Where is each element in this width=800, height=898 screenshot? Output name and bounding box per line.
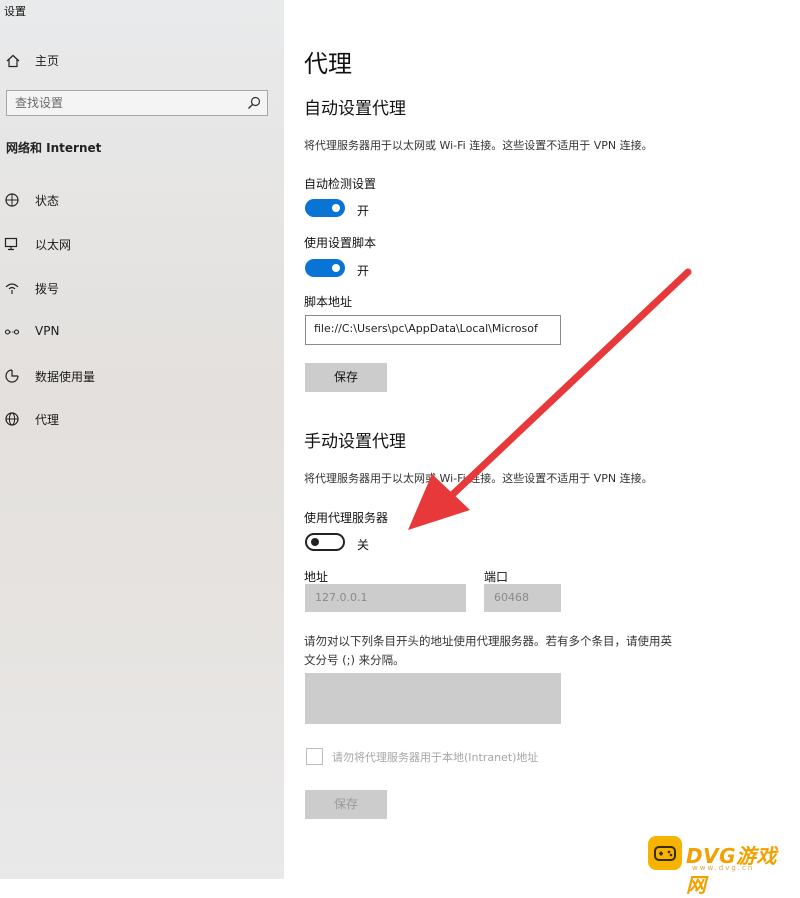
auto-detect-toggle[interactable]: [305, 199, 345, 217]
sidebar: 设置 主页 网络和 Internet 状态 以太网: [0, 0, 284, 879]
setup-script-state: 开: [357, 264, 370, 278]
sidebar-item-label: 以太网: [35, 238, 72, 252]
watermark-logo: DVG游戏网 www.dvg.cn: [648, 832, 796, 897]
sidebar-item-home[interactable]: 主页: [0, 48, 284, 74]
script-address-input[interactable]: file://C:\Users\pc\AppData\Local\Microso…: [305, 315, 561, 345]
sidebar-item-data-usage[interactable]: 数据使用量: [0, 361, 284, 391]
globe-icon: [5, 412, 19, 426]
globe-status-icon: [5, 193, 19, 207]
local-bypass-label: 请勿将代理服务器用于本地(Intranet)地址: [332, 751, 539, 764]
setup-script-toggle[interactable]: [305, 259, 345, 277]
use-proxy-label: 使用代理服务器: [304, 511, 389, 525]
proxy-address-input[interactable]: 127.0.0.1: [305, 584, 466, 612]
page-title: 代理: [304, 50, 352, 78]
search-icon[interactable]: [247, 96, 261, 110]
toggle-knob: [311, 538, 319, 546]
sidebar-item-label: 代理: [35, 413, 60, 427]
sidebar-item-ethernet[interactable]: 以太网: [0, 229, 284, 259]
sidebar-item-label: VPN: [35, 324, 60, 338]
auto-save-button[interactable]: 保存: [305, 363, 387, 392]
home-icon: [6, 54, 20, 68]
proxy-address-label: 地址: [304, 570, 329, 584]
vpn-icon: [4, 329, 20, 335]
manual-proxy-heading: 手动设置代理: [304, 432, 406, 452]
auto-proxy-heading: 自动设置代理: [304, 99, 406, 119]
script-address-label: 脚本地址: [304, 295, 353, 309]
dialup-icon: [5, 283, 19, 294]
proxy-port-label: 端口: [484, 570, 509, 584]
sidebar-item-label: 拨号: [35, 282, 60, 296]
exceptions-textarea[interactable]: [305, 673, 561, 724]
watermark-subtext: www.dvg.cn: [692, 864, 755, 872]
manual-save-button[interactable]: 保存: [305, 790, 387, 819]
local-bypass-checkbox[interactable]: [306, 748, 323, 765]
setup-script-label: 使用设置脚本: [304, 236, 377, 250]
ethernet-icon: [4, 237, 18, 251]
auto-proxy-description: 将代理服务器用于以太网或 Wi-Fi 连接。这些设置不适用于 VPN 连接。: [304, 139, 653, 152]
gamepad-icon: [648, 836, 682, 870]
sidebar-item-proxy[interactable]: 代理: [0, 404, 284, 434]
sidebar-item-vpn[interactable]: VPN: [0, 317, 284, 347]
sidebar-section-title: 网络和 Internet: [6, 141, 102, 155]
main-content: 代理 自动设置代理 将代理服务器用于以太网或 Wi-Fi 连接。这些设置不适用于…: [284, 0, 800, 879]
proxy-port-input[interactable]: 60468: [484, 584, 561, 612]
exceptions-description-line2: 文分号 (;) 来分隔。: [304, 653, 405, 667]
auto-detect-state: 开: [357, 204, 370, 218]
toggle-knob: [332, 264, 340, 272]
toggle-knob: [332, 204, 340, 212]
sidebar-item-label: 主页: [35, 54, 60, 68]
data-usage-icon: [5, 369, 19, 383]
search-input[interactable]: [7, 91, 251, 115]
exceptions-description-line1: 请勿对以下列条目开头的地址使用代理服务器。若有多个条目，请使用英: [304, 634, 672, 648]
manual-proxy-description: 将代理服务器用于以太网或 Wi-Fi 连接。这些设置不适用于 VPN 连接。: [304, 472, 653, 485]
use-proxy-state: 关: [357, 538, 370, 552]
auto-detect-label: 自动检测设置: [304, 177, 377, 191]
sidebar-item-label: 数据使用量: [35, 370, 96, 384]
sidebar-item-label: 状态: [35, 194, 60, 208]
sidebar-item-status[interactable]: 状态: [0, 185, 284, 215]
sidebar-item-dialup[interactable]: 拨号: [0, 273, 284, 303]
app-title: 设置: [4, 5, 26, 18]
use-proxy-toggle[interactable]: [305, 533, 345, 551]
search-box[interactable]: [6, 90, 268, 116]
